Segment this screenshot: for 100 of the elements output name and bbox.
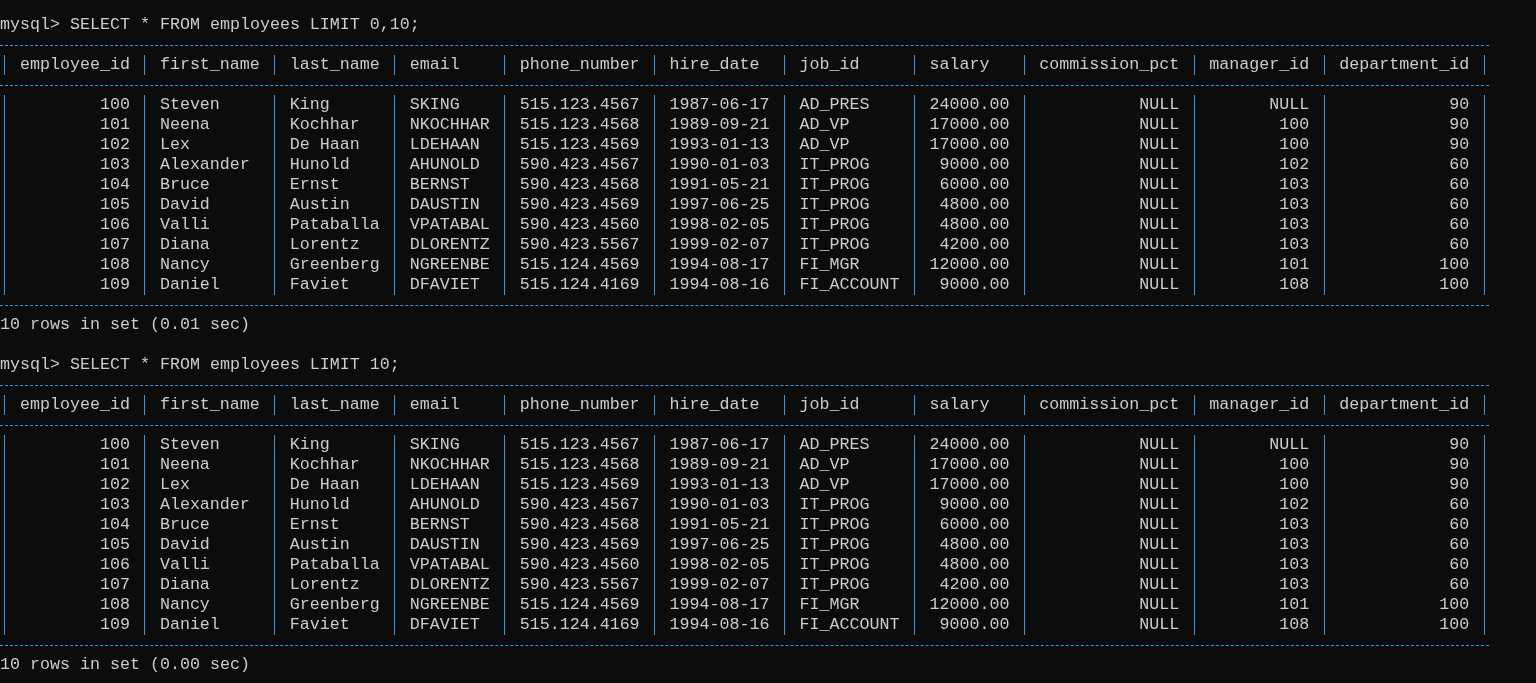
table-cell: Ernst <box>289 515 340 535</box>
table-cell: 102 <box>99 475 130 495</box>
table-cell: NULL <box>1139 235 1180 255</box>
table-cell: 102 <box>1279 495 1310 515</box>
table-cell: Neena <box>159 455 210 475</box>
table-cell: 9000.00 <box>939 275 1010 295</box>
column-header: manager_id <box>1209 395 1310 415</box>
table-cell: NULL <box>1139 115 1180 135</box>
table-cell: 1998-02-05 <box>669 555 770 575</box>
table-cell: 104 <box>99 515 130 535</box>
table-cell: IT_PROG <box>799 235 870 255</box>
table-cell: Greenberg <box>289 595 380 615</box>
table-cell: DLORENTZ <box>409 575 490 595</box>
column-header: commission_pct <box>1039 395 1180 415</box>
table-cell: NULL <box>1139 555 1180 575</box>
table-cell: 1994-08-17 <box>669 595 770 615</box>
table-cell: 103 <box>1279 555 1310 575</box>
table-cell: 100 <box>99 95 130 115</box>
table-cell: 101 <box>1279 595 1310 615</box>
table-cell: 100 <box>1439 615 1470 635</box>
table-cell: 1989-09-21 <box>669 115 770 135</box>
table-cell: 105 <box>99 535 130 555</box>
table-cell: Lorentz <box>289 235 360 255</box>
table-cell: NULL <box>1139 135 1180 155</box>
table-cell: AD_VP <box>799 115 850 135</box>
table-cell: Valli <box>159 215 210 235</box>
table-cell: 1989-09-21 <box>669 455 770 475</box>
table-cell: 60 <box>1449 515 1470 535</box>
table-cell: 1987-06-17 <box>669 435 770 455</box>
table-cell: Daniel <box>159 615 220 635</box>
column-header: employee_id <box>19 395 130 415</box>
table-cell: DFAVIET <box>409 275 480 295</box>
table-cell: NULL <box>1139 515 1180 535</box>
table-cell: Ernst <box>289 175 340 195</box>
table-cell: Kochhar <box>289 115 360 135</box>
table-cell: 590.423.4567 <box>519 495 640 515</box>
table-cell: 106 <box>99 555 130 575</box>
table-cell: 60 <box>1449 175 1470 195</box>
table-cell: DAUSTIN <box>409 535 480 555</box>
table-cell: Faviet <box>289 615 350 635</box>
table-cell: Diana <box>159 575 210 595</box>
table-cell: 24000.00 <box>929 435 1010 455</box>
table-cell: 515.123.4569 <box>519 135 640 155</box>
table-cell: Bruce <box>159 175 210 195</box>
table-cell: Alexander <box>159 495 250 515</box>
table-cell: 515.123.4568 <box>519 115 640 135</box>
table-cell: Nancy <box>159 595 210 615</box>
table-cell: 90 <box>1449 455 1470 475</box>
table-cell: 103 <box>1279 575 1310 595</box>
table-cell: Faviet <box>289 275 350 295</box>
table-cell: 590.423.4568 <box>519 515 640 535</box>
table-cell: 1998-02-05 <box>669 215 770 235</box>
table-cell: NULL <box>1139 455 1180 475</box>
table-cell: 1994-08-16 <box>669 615 770 635</box>
table-cell: 103 <box>1279 515 1310 535</box>
table-cell: AD_PRES <box>799 435 870 455</box>
table-cell: NULL <box>1139 215 1180 235</box>
table-cell: 515.124.4569 <box>519 595 640 615</box>
table-cell: 102 <box>99 135 130 155</box>
table-cell: 100 <box>99 435 130 455</box>
table-cell: NULL <box>1139 495 1180 515</box>
table-cell: King <box>289 95 330 115</box>
table-cell: 17000.00 <box>929 455 1010 475</box>
table-cell: 6000.00 <box>939 175 1010 195</box>
column-header: phone_number <box>519 395 640 415</box>
table-cell: NULL <box>1139 275 1180 295</box>
column-header: last_name <box>289 55 380 75</box>
table-cell: BERNST <box>409 175 470 195</box>
table-cell: 1990-01-03 <box>669 155 770 175</box>
table-cell: 4800.00 <box>939 195 1010 215</box>
table-cell: 515.123.4567 <box>519 95 640 115</box>
table-cell: 590.423.4569 <box>519 195 640 215</box>
table-cell: 100 <box>1439 255 1470 275</box>
table-cell: 9000.00 <box>939 155 1010 175</box>
table-cell: 103 <box>1279 195 1310 215</box>
table-cell: 4800.00 <box>939 535 1010 555</box>
table-cell: NGREENBE <box>409 255 490 275</box>
table-cell: Alexander <box>159 155 250 175</box>
table-cell: 590.423.4560 <box>519 215 640 235</box>
table-cell: NULL <box>1139 175 1180 195</box>
table-cell: SKING <box>409 95 460 115</box>
table-cell: Kochhar <box>289 455 360 475</box>
table-cell: 108 <box>1279 615 1310 635</box>
table-cell: 12000.00 <box>929 595 1010 615</box>
table-cell: Steven <box>159 95 220 115</box>
table-cell: 101 <box>99 455 130 475</box>
table-cell: Greenberg <box>289 255 380 275</box>
table-cell: 100 <box>1279 475 1310 495</box>
table-cell: AHUNOLD <box>409 495 480 515</box>
table-cell: Lex <box>159 135 190 155</box>
sql-command: SELECT * FROM employees LIMIT 0,10; <box>70 15 420 35</box>
table-cell: David <box>159 535 210 555</box>
table-cell: 103 <box>99 155 130 175</box>
table-cell: Neena <box>159 115 210 135</box>
table-cell: 103 <box>1279 235 1310 255</box>
table-cell: NULL <box>1139 575 1180 595</box>
column-header: employee_id <box>19 55 130 75</box>
table-cell: AD_PRES <box>799 95 870 115</box>
table-cell: Steven <box>159 435 220 455</box>
table-cell: Austin <box>289 535 350 555</box>
